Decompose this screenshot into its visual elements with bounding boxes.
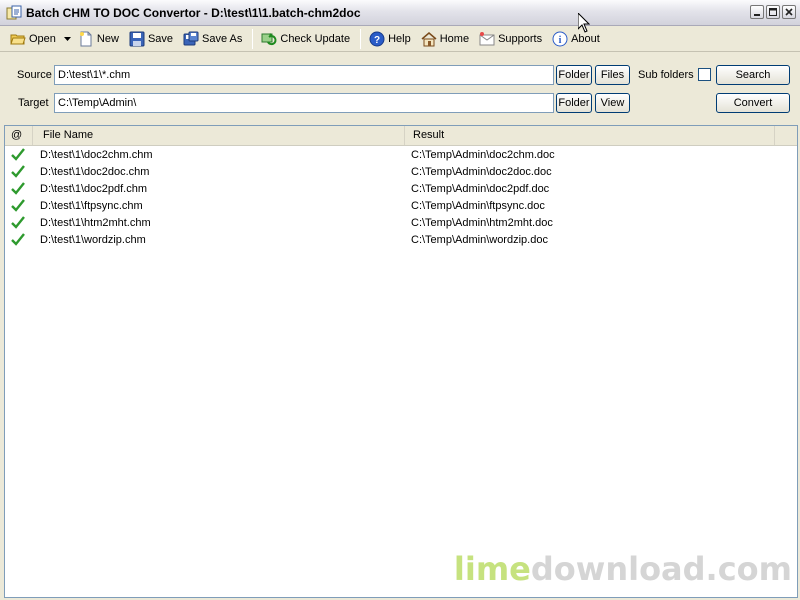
app-icon [6,5,22,21]
check-icon [11,148,25,164]
check-update-button[interactable]: Check Update [257,28,354,50]
minimize-button[interactable] [750,5,764,19]
svg-text:?: ? [374,35,380,46]
file-name-cell: D:\test\1\doc2chm.chm [40,149,153,161]
list-item[interactable]: D:\test\1\doc2doc.chm C:\Temp\Admin\doc2… [5,164,797,181]
open-button[interactable]: Open [6,28,60,50]
supports-button[interactable]: Supports [475,28,546,50]
save-button[interactable]: Save [125,28,177,50]
column-file-name[interactable]: File Name [37,126,405,145]
new-file-icon [78,31,94,47]
subfolders-label: Sub folders [638,69,694,81]
toolbar-separator [360,28,362,49]
watermark-part-download: download.com [530,550,792,588]
watermark-logo: limedownload.com [454,550,792,588]
toolbar-separator [252,28,254,49]
close-button[interactable] [782,5,796,19]
about-button[interactable]: i About [548,28,604,50]
home-label: Home [439,32,470,45]
open-dropdown-arrow[interactable] [62,36,74,41]
files-button[interactable]: Files [595,65,630,85]
save-as-icon [183,31,199,47]
column-result[interactable]: Result [407,126,775,145]
file-name-cell: D:\test\1\htm2mht.chm [40,217,151,229]
check-icon [11,165,25,181]
view-button[interactable]: View [595,93,630,113]
list-item[interactable]: D:\test\1\doc2pdf.chm C:\Temp\Admin\doc2… [5,181,797,198]
title-bar: Batch CHM TO DOC Convertor - D:\test\1\1… [0,0,800,26]
result-cell: C:\Temp\Admin\ftpsync.doc [411,200,545,212]
toolbar: Open New Save Save As Check Update ? Hel… [0,26,800,52]
list-item[interactable]: D:\test\1\htm2mht.chm C:\Temp\Admin\htm2… [5,215,797,232]
mail-icon [479,31,495,47]
file-list[interactable]: @ File Name Result D:\test\1\doc2chm.chm… [4,125,798,598]
help-icon: ? [369,31,385,47]
open-label: Open [29,32,56,45]
file-name-cell: D:\test\1\wordzip.chm [40,234,146,246]
home-icon [421,31,437,47]
file-name-cell: D:\test\1\doc2pdf.chm [40,183,147,195]
info-icon: i [552,31,568,47]
target-label: Target [18,97,49,109]
svg-text:i: i [559,35,562,46]
convert-button[interactable]: Convert [716,93,790,113]
result-cell: C:\Temp\Admin\doc2doc.doc [411,166,552,178]
list-item[interactable]: D:\test\1\doc2chm.chm C:\Temp\Admin\doc2… [5,147,797,164]
update-icon [261,31,277,47]
new-button[interactable]: New [74,28,123,50]
source-label: Source [17,69,52,81]
check-icon [11,216,25,232]
column-status[interactable]: @ [5,126,33,145]
help-button[interactable]: ? Help [365,28,415,50]
source-folder-button[interactable]: Folder [556,65,592,85]
result-cell: C:\Temp\Admin\wordzip.doc [411,234,548,246]
watermark-part-lime: lime [453,550,531,588]
check-icon [11,182,25,198]
search-button[interactable]: Search [716,65,790,85]
folder-open-icon [10,31,26,47]
check-icon [11,199,25,215]
save-as-label: Save As [202,32,243,45]
maximize-button[interactable] [766,5,780,19]
list-item[interactable]: D:\test\1\ftpsync.chm C:\Temp\Admin\ftps… [5,198,797,215]
target-folder-button[interactable]: Folder [556,93,592,113]
check-icon [11,233,25,249]
mouse-cursor-icon [577,11,591,36]
save-as-button[interactable]: Save As [179,28,246,50]
result-cell: C:\Temp\Admin\htm2mht.doc [411,217,553,229]
help-label: Help [388,32,411,45]
list-item[interactable]: D:\test\1\wordzip.chm C:\Temp\Admin\word… [5,232,797,249]
supports-label: Supports [498,32,543,45]
new-label: New [96,32,119,45]
check-update-label: Check Update [280,32,351,45]
save-icon [129,31,145,47]
window-title: Batch CHM TO DOC Convertor - D:\test\1\1… [26,5,361,20]
home-button[interactable]: Home [417,28,473,50]
list-header: @ File Name Result [5,126,797,146]
source-input[interactable]: D:\test\1\*.chm [54,65,554,85]
file-name-cell: D:\test\1\doc2doc.chm [40,166,150,178]
subfolders-checkbox[interactable] [698,68,711,81]
file-name-cell: D:\test\1\ftpsync.chm [40,200,143,212]
save-label: Save [147,32,174,45]
target-input[interactable]: C:\Temp\Admin\ [54,93,554,113]
result-cell: C:\Temp\Admin\doc2pdf.doc [411,183,550,195]
result-cell: C:\Temp\Admin\doc2chm.doc [411,149,555,161]
